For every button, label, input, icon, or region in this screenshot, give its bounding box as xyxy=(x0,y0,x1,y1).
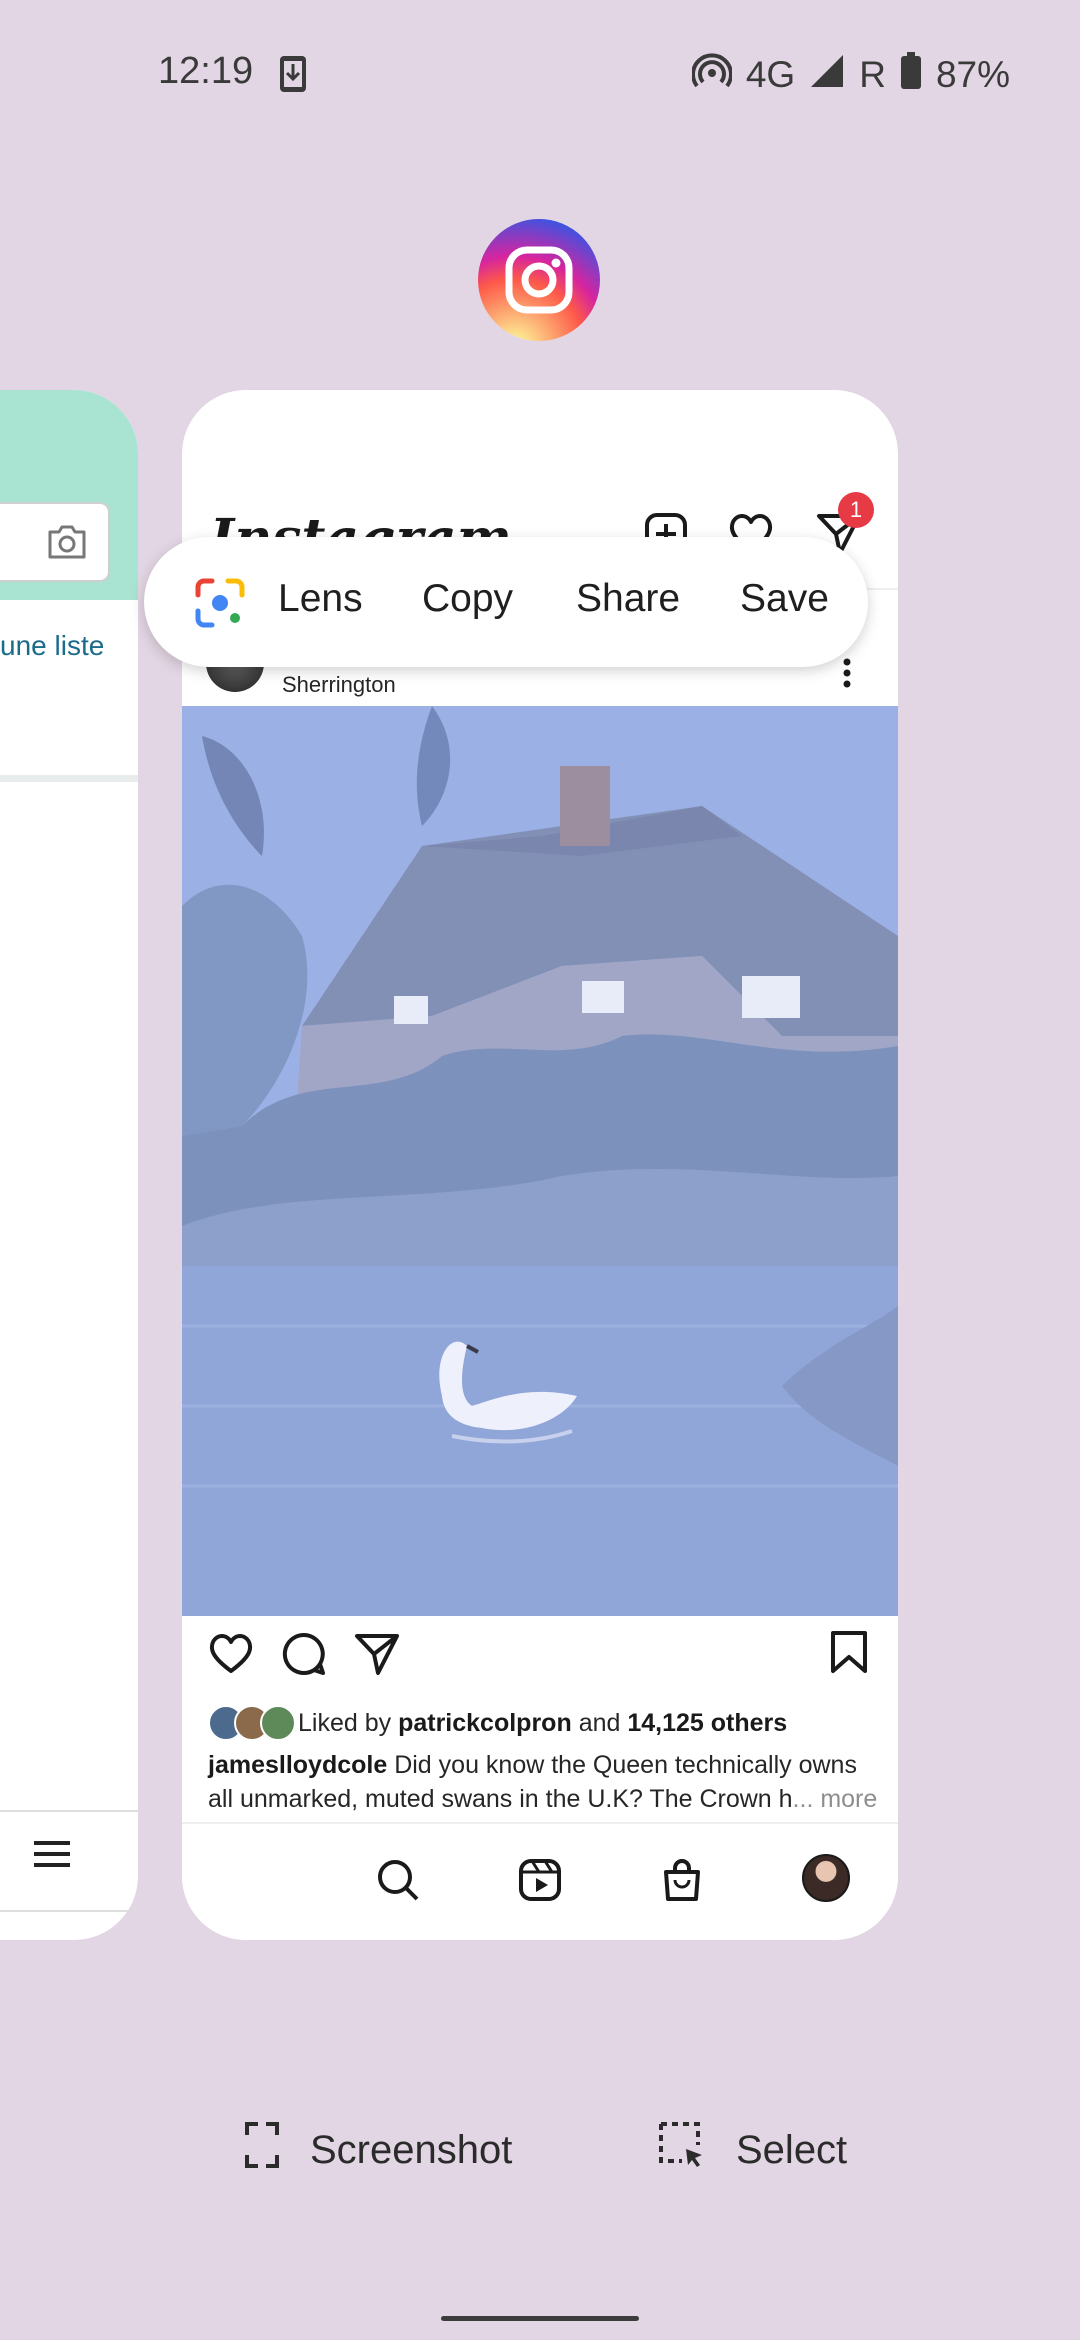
status-bar: 12:19 4G R 87% xyxy=(0,0,1080,150)
menu-icon[interactable] xyxy=(34,1840,70,1873)
more-options-icon[interactable] xyxy=(842,658,852,693)
avatar xyxy=(260,1705,296,1741)
bookmark-icon[interactable] xyxy=(830,1630,868,1679)
search-icon[interactable] xyxy=(376,1858,420,1907)
select-icon xyxy=(658,2121,706,2179)
instagram-bottom-nav xyxy=(182,1822,898,1940)
reels-icon[interactable] xyxy=(518,1858,562,1907)
copy-button[interactable]: Copy xyxy=(422,577,513,621)
caption-more-link[interactable]: ... more xyxy=(793,1785,878,1813)
save-button[interactable]: Save xyxy=(740,577,829,621)
lens-button[interactable]: Lens xyxy=(278,577,363,621)
select-label: Select xyxy=(736,2127,848,2172)
post-location[interactable]: Sherrington xyxy=(282,672,396,698)
share-icon[interactable] xyxy=(354,1632,400,1681)
liked-by-and: and xyxy=(578,1708,621,1737)
home-indicator[interactable] xyxy=(441,2316,639,2321)
camera-icon[interactable] xyxy=(46,524,88,565)
post-actions xyxy=(182,1626,898,1686)
post-image-selected[interactable] xyxy=(182,706,898,1616)
liked-by-count[interactable]: 14,125 others xyxy=(627,1709,787,1738)
likes-summary[interactable]: Liked by patrickcolpron and 14,125 other… xyxy=(208,1705,787,1741)
shop-icon[interactable] xyxy=(660,1858,704,1907)
screenshot-button[interactable]: Screenshot xyxy=(244,2120,512,2180)
liked-by-user[interactable]: patrickcolpron xyxy=(398,1709,572,1738)
comment-icon[interactable] xyxy=(282,1632,326,1681)
divider xyxy=(0,775,138,782)
download-icon xyxy=(278,54,308,99)
list-link[interactable]: une liste xyxy=(0,630,104,662)
selection-action-chip: Lens Copy Share Save xyxy=(144,537,868,667)
caption-username[interactable]: jameslloydcole xyxy=(208,1751,387,1779)
instagram-app-icon[interactable] xyxy=(478,219,600,341)
signal-icon xyxy=(809,53,845,98)
post-caption: jameslloydcole Did you know the Queen te… xyxy=(208,1748,888,1816)
roaming-indicator: R xyxy=(859,54,886,95)
google-lens-icon[interactable] xyxy=(194,577,246,634)
clock: 12:19 xyxy=(158,50,254,92)
share-button[interactable]: Share xyxy=(576,577,680,621)
screenshot-icon xyxy=(244,2121,280,2179)
dm-badge: 1 xyxy=(838,492,874,528)
screenshot-label: Screenshot xyxy=(310,2127,513,2172)
battery-level: 87% xyxy=(935,54,1010,95)
liker-avatars xyxy=(208,1705,296,1741)
profile-avatar[interactable] xyxy=(802,1854,850,1902)
hotspot-icon xyxy=(690,52,733,98)
battery-icon xyxy=(900,51,922,99)
divider xyxy=(0,1810,138,1812)
divider xyxy=(0,1910,138,1912)
like-icon[interactable] xyxy=(208,1632,254,1679)
recent-app-card-left[interactable]: une liste xyxy=(0,390,138,1940)
liked-by-prefix: Liked by xyxy=(298,1708,392,1737)
select-button[interactable]: Select xyxy=(658,2120,847,2180)
network-type: 4G xyxy=(745,54,796,95)
